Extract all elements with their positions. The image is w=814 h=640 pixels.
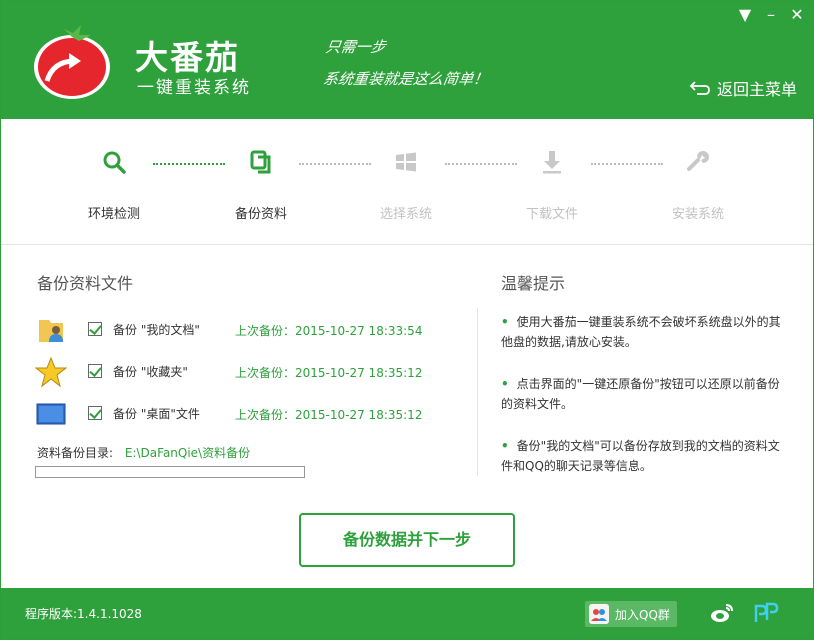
step-choose-system: 选择系统	[351, 149, 461, 222]
join-qq-group-label: 加入QQ群	[615, 607, 670, 622]
backup-section-title: 备份资料文件	[37, 274, 134, 293]
step-label: 备份资料	[234, 207, 287, 222]
backup-and-next-button[interactable]: 备份数据并下一步	[299, 513, 515, 567]
backup-documents-checkbox[interactable]	[88, 322, 102, 336]
main-content: 备份资料文件 温馨提示 备份 "我的文档" 上次备份：2015-10-27 18…	[1, 246, 813, 588]
backup-item-documents: 备份 "我的文档" 上次备份：2015-10-27 18:33:54	[35, 314, 455, 348]
step-install-system: 安装系统	[643, 149, 753, 222]
backup-progress-bar	[35, 466, 305, 478]
step-label: 安装系统	[671, 207, 724, 222]
step-label: 选择系统	[379, 207, 432, 222]
slogan: 只需一步 系统重装就是这么简单！	[318, 31, 588, 101]
backup-item-last-time: 上次备份：2015-10-27 18:33:54	[235, 324, 423, 338]
backup-favorites-checkbox[interactable]	[88, 364, 102, 378]
backup-item-last-time: 上次备份：2015-10-27 18:35:12	[235, 366, 423, 380]
tip-text: 备份"我的文档"可以备份存放到我的文档的资料文件和QQ的聊天记录等信息。	[501, 439, 780, 473]
step-label: 环境检测	[87, 207, 140, 222]
brand-subtitle: 一键重装系统	[137, 78, 251, 98]
windows-icon	[396, 152, 416, 172]
vertical-divider	[477, 308, 478, 476]
backup-desktop-checkbox[interactable]	[88, 406, 102, 420]
backup-item-label: 备份 "桌面"文件	[113, 407, 200, 421]
header-bar: 大番茄 一键重装系统 只需一步 系统重装就是这么简单！ ▼ – ✕ 返回主菜单	[1, 1, 813, 119]
progress-steps: 环境检测 备份资料 选择系统 下载文件 安装系统	[1, 119, 813, 245]
qq-group-icon	[589, 604, 609, 624]
documents-folder-icon	[39, 320, 63, 342]
pp-logo-icon[interactable]	[753, 600, 781, 626]
step-download-files: 下载文件	[497, 149, 607, 222]
backup-item-last-time: 上次备份：2015-10-27 18:35:12	[235, 408, 423, 422]
back-to-main-menu-label: 返回主菜单	[716, 80, 797, 99]
bullet-icon: •	[501, 439, 509, 453]
tomato-logo-icon	[34, 25, 110, 99]
tips-section-title: 温馨提示	[501, 274, 566, 293]
brand-name: 大番茄	[135, 38, 240, 77]
backup-directory-path: E:\DaFanQie\资料备份	[124, 446, 251, 460]
slogan-line-2: 系统重装就是这么简单！	[321, 70, 490, 88]
minimize-icon[interactable]: –	[763, 5, 779, 24]
tip-text: 点击界面的"一键还原备份"按钮可以还原以前备份的资料文件。	[501, 377, 780, 411]
backup-directory: 资料备份目录: E:\DaFanQie\资料备份	[37, 444, 250, 461]
tip-item: • 备份"我的文档"可以备份存放到我的文档的资料文件和QQ的聊天记录等信息。	[501, 436, 791, 476]
backup-item-favorites: 备份 "收藏夹" 上次备份：2015-10-27 18:35:12	[35, 356, 455, 390]
step-environment-check: 环境检测	[59, 149, 169, 222]
slogan-line-1: 只需一步	[324, 38, 387, 56]
copy-icon	[250, 150, 271, 174]
weibo-icon[interactable]	[709, 600, 735, 626]
wrench-icon	[687, 151, 709, 171]
close-icon[interactable]: ✕	[789, 5, 805, 24]
search-icon	[103, 151, 126, 174]
desktop-icon	[36, 403, 66, 425]
step-label: 下载文件	[525, 207, 578, 222]
tip-item: • 点击界面的"一键还原备份"按钮可以还原以前备份的资料文件。	[501, 374, 791, 414]
tips-list: • 使用大番茄一键重装系统不会破坏系统盘以外的其他盘的数据,请放心安装。 • 点击界…	[501, 312, 791, 498]
bullet-icon: •	[501, 377, 509, 391]
back-to-main-menu-button[interactable]: 返回主菜单	[689, 76, 797, 100]
backup-item-label: 备份 "收藏夹"	[113, 365, 188, 379]
tip-item: • 使用大番茄一键重装系统不会破坏系统盘以外的其他盘的数据,请放心安装。	[501, 312, 791, 352]
backup-item-label: 备份 "我的文档"	[113, 323, 200, 337]
return-arrow-icon	[689, 81, 710, 95]
backup-item-desktop: 备份 "桌面"文件 上次备份：2015-10-27 18:35:12	[35, 398, 455, 432]
join-qq-group-button[interactable]: 加入QQ群	[585, 601, 677, 627]
tip-text: 使用大番茄一键重装系统不会破坏系统盘以外的其他盘的数据,请放心安装。	[501, 315, 781, 349]
app-window: 大番茄 一键重装系统 只需一步 系统重装就是这么简单！ ▼ – ✕ 返回主菜单 …	[0, 0, 814, 640]
favorites-star-icon	[35, 356, 67, 388]
step-backup-data: 备份资料	[206, 149, 316, 222]
window-controls: ▼ – ✕	[737, 5, 805, 24]
download-icon	[543, 151, 561, 174]
footer-bar: 程序版本:1.4.1.1028 加入QQ群	[1, 588, 813, 639]
menu-dropdown-icon[interactable]: ▼	[737, 5, 753, 24]
backup-directory-label: 资料备份目录:	[37, 446, 114, 460]
version-text: 程序版本:1.4.1.1028	[25, 607, 142, 621]
bullet-icon: •	[501, 315, 509, 329]
